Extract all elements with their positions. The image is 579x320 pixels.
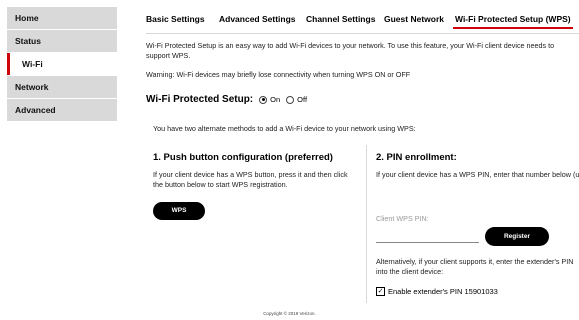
pin-enrollment-title: 2. PIN enrollment: xyxy=(376,152,457,163)
tab-channel-settings[interactable]: Channel Settings xyxy=(306,14,375,24)
sidebar-item-wifi[interactable]: Wi-Fi xyxy=(7,53,117,75)
push-button-desc: If your client device has a WPS button, … xyxy=(153,170,348,189)
tab-guest-network[interactable]: Guest Network xyxy=(384,14,444,24)
pin-enrollment-desc: If your client device has a WPS PIN, ent… xyxy=(376,170,579,179)
sidebar-item-home[interactable]: Home xyxy=(7,7,117,29)
tab-divider xyxy=(146,33,579,34)
wps-on-label: On xyxy=(270,95,281,104)
radio-selected-icon xyxy=(259,95,268,104)
wps-off-radio[interactable]: Off xyxy=(286,95,307,104)
copyright: Copyright © 2019 Verizon. xyxy=(263,311,316,316)
push-button-title: 1. Push button configuration (preferred) xyxy=(153,152,333,163)
sidebar-item-network[interactable]: Network xyxy=(7,76,117,98)
extender-pin-text: Alternatively, if your client supports i… xyxy=(376,257,574,276)
sidebar: Home Status Wi-Fi Network Advanced xyxy=(7,7,117,122)
wps-on-radio[interactable]: On xyxy=(259,95,280,104)
wps-label: Wi-Fi Protected Setup: xyxy=(146,94,254,105)
enable-extender-pin-checkbox[interactable]: ✓ Enable extender's PIN 15901033 xyxy=(376,287,498,296)
register-button[interactable]: Register xyxy=(485,227,549,246)
tab-advanced-settings[interactable]: Advanced Settings xyxy=(219,14,296,24)
methods-text: You have two alternate methods to add a … xyxy=(153,124,416,133)
intro-text: Wi-Fi Protected Setup is an easy way to … xyxy=(146,41,555,60)
sidebar-item-status[interactable]: Status xyxy=(7,30,117,52)
client-pin-input[interactable] xyxy=(376,225,479,243)
tab-wps[interactable]: Wi-Fi Protected Setup (WPS) xyxy=(453,14,573,29)
checkbox-checked-icon: ✓ xyxy=(376,287,385,296)
wps-button[interactable]: WPS xyxy=(153,202,205,220)
wps-toggle-row: Wi-Fi Protected Setup: On Off xyxy=(146,94,307,105)
sidebar-item-advanced[interactable]: Advanced xyxy=(7,99,117,121)
warning-text: Warning: Wi-Fi devices may briefly lose … xyxy=(146,70,411,79)
section-divider xyxy=(366,145,367,303)
radio-unselected-icon xyxy=(286,95,295,104)
tab-bar: Basic Settings Advanced Settings Channel… xyxy=(146,14,579,30)
client-pin-label: Client WPS PIN: xyxy=(376,214,429,223)
wps-off-label: Off xyxy=(297,95,308,104)
enable-extender-pin-label: Enable extender's PIN 15901033 xyxy=(388,287,498,296)
tab-basic-settings[interactable]: Basic Settings xyxy=(146,14,205,24)
